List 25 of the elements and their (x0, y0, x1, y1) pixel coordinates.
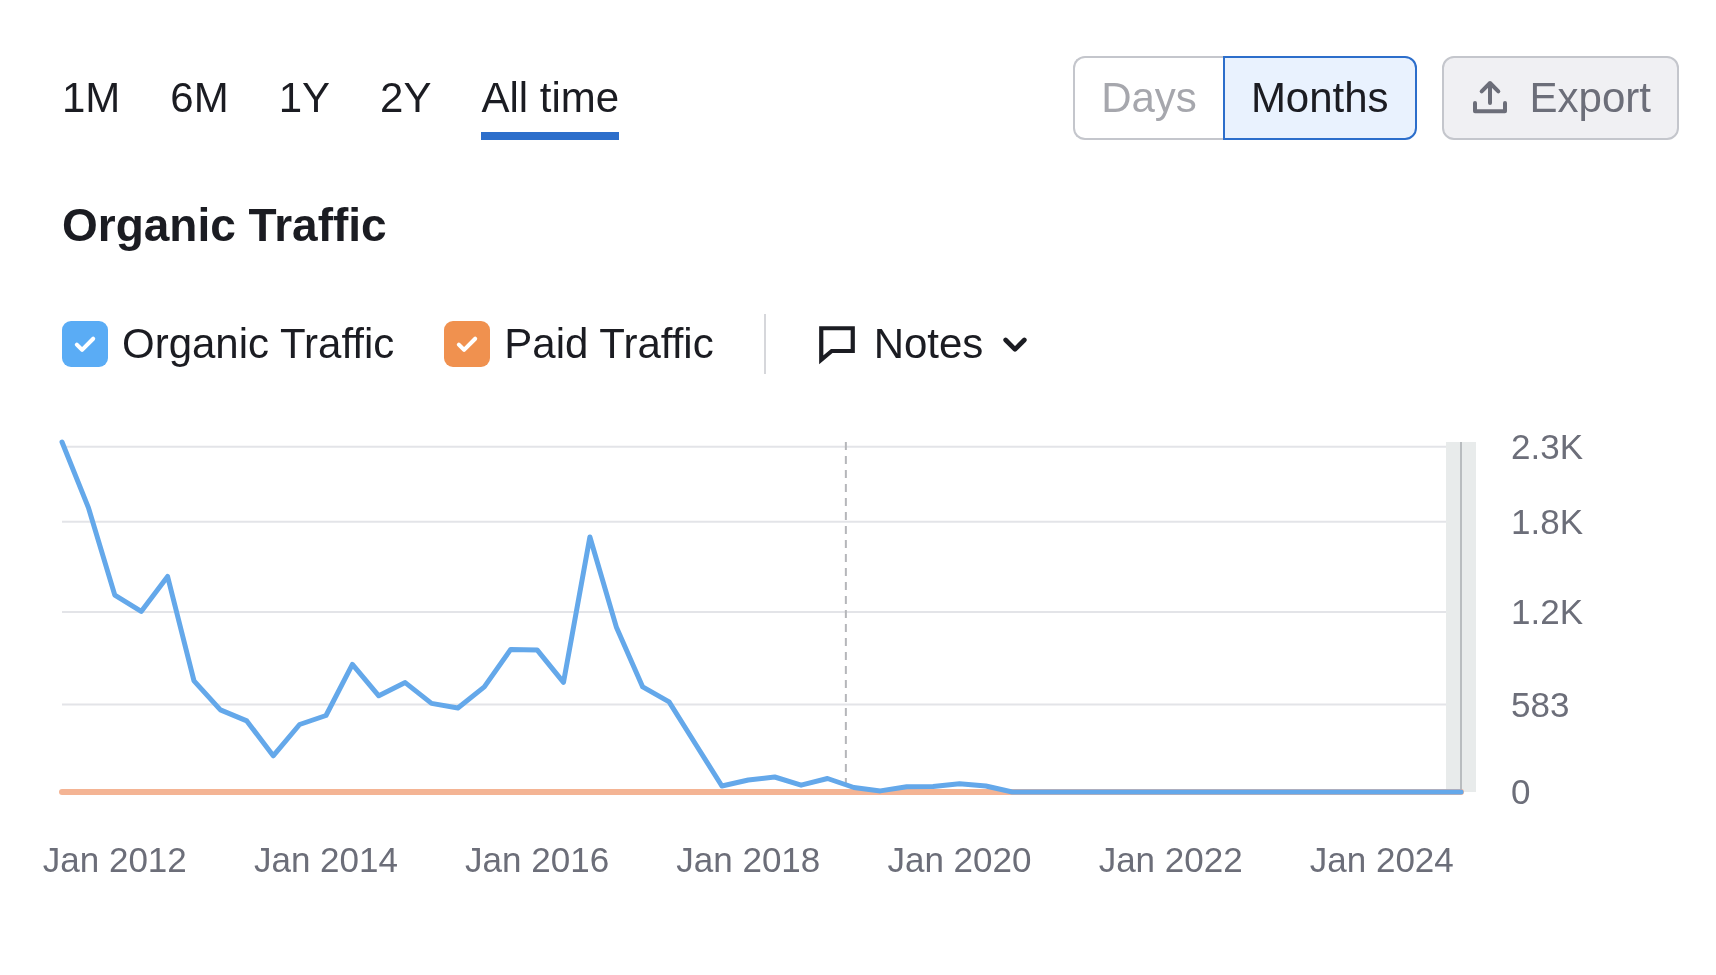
y-axis-label: 2.3K (1511, 426, 1583, 466)
x-axis-label: Jan 2018 (676, 840, 821, 879)
x-axis-label: Jan 2024 (1309, 840, 1454, 879)
x-axis-label: Jan 2014 (253, 840, 398, 879)
notes-dropdown[interactable]: Notes (815, 320, 1032, 368)
x-axis-label: Jan 2016 (465, 840, 610, 879)
timeframe-tab[interactable]: 6M (170, 74, 229, 140)
timeframe-tab[interactable]: 1Y (278, 74, 331, 140)
timeframe-tab[interactable]: All time (481, 74, 620, 140)
timeframe-tab[interactable]: 2Y (380, 74, 432, 140)
legend-checkbox[interactable] (62, 321, 108, 367)
legend-checkbox[interactable] (444, 321, 491, 367)
y-axis-label: 1.8K (1511, 501, 1583, 541)
timeframe-tab[interactable]: 1M (62, 74, 121, 140)
y-axis-label: 583 (1511, 684, 1570, 724)
x-axis-label: Jan 2020 (887, 840, 1032, 879)
legend-label: Organic Traffic (122, 320, 395, 368)
section-title: Organic Traffic (62, 198, 388, 252)
y-axis-label: 1.2K (1511, 591, 1583, 631)
x-axis-label: Jan 2012 (42, 840, 187, 879)
x-axis-label: Jan 2022 (1098, 840, 1243, 879)
granularity-toggle[interactable]: Months (1222, 56, 1417, 140)
export-button[interactable]: Export (1441, 56, 1679, 140)
legend-label: Paid Traffic (504, 320, 714, 368)
y-axis-label: 0 (1511, 772, 1531, 811)
